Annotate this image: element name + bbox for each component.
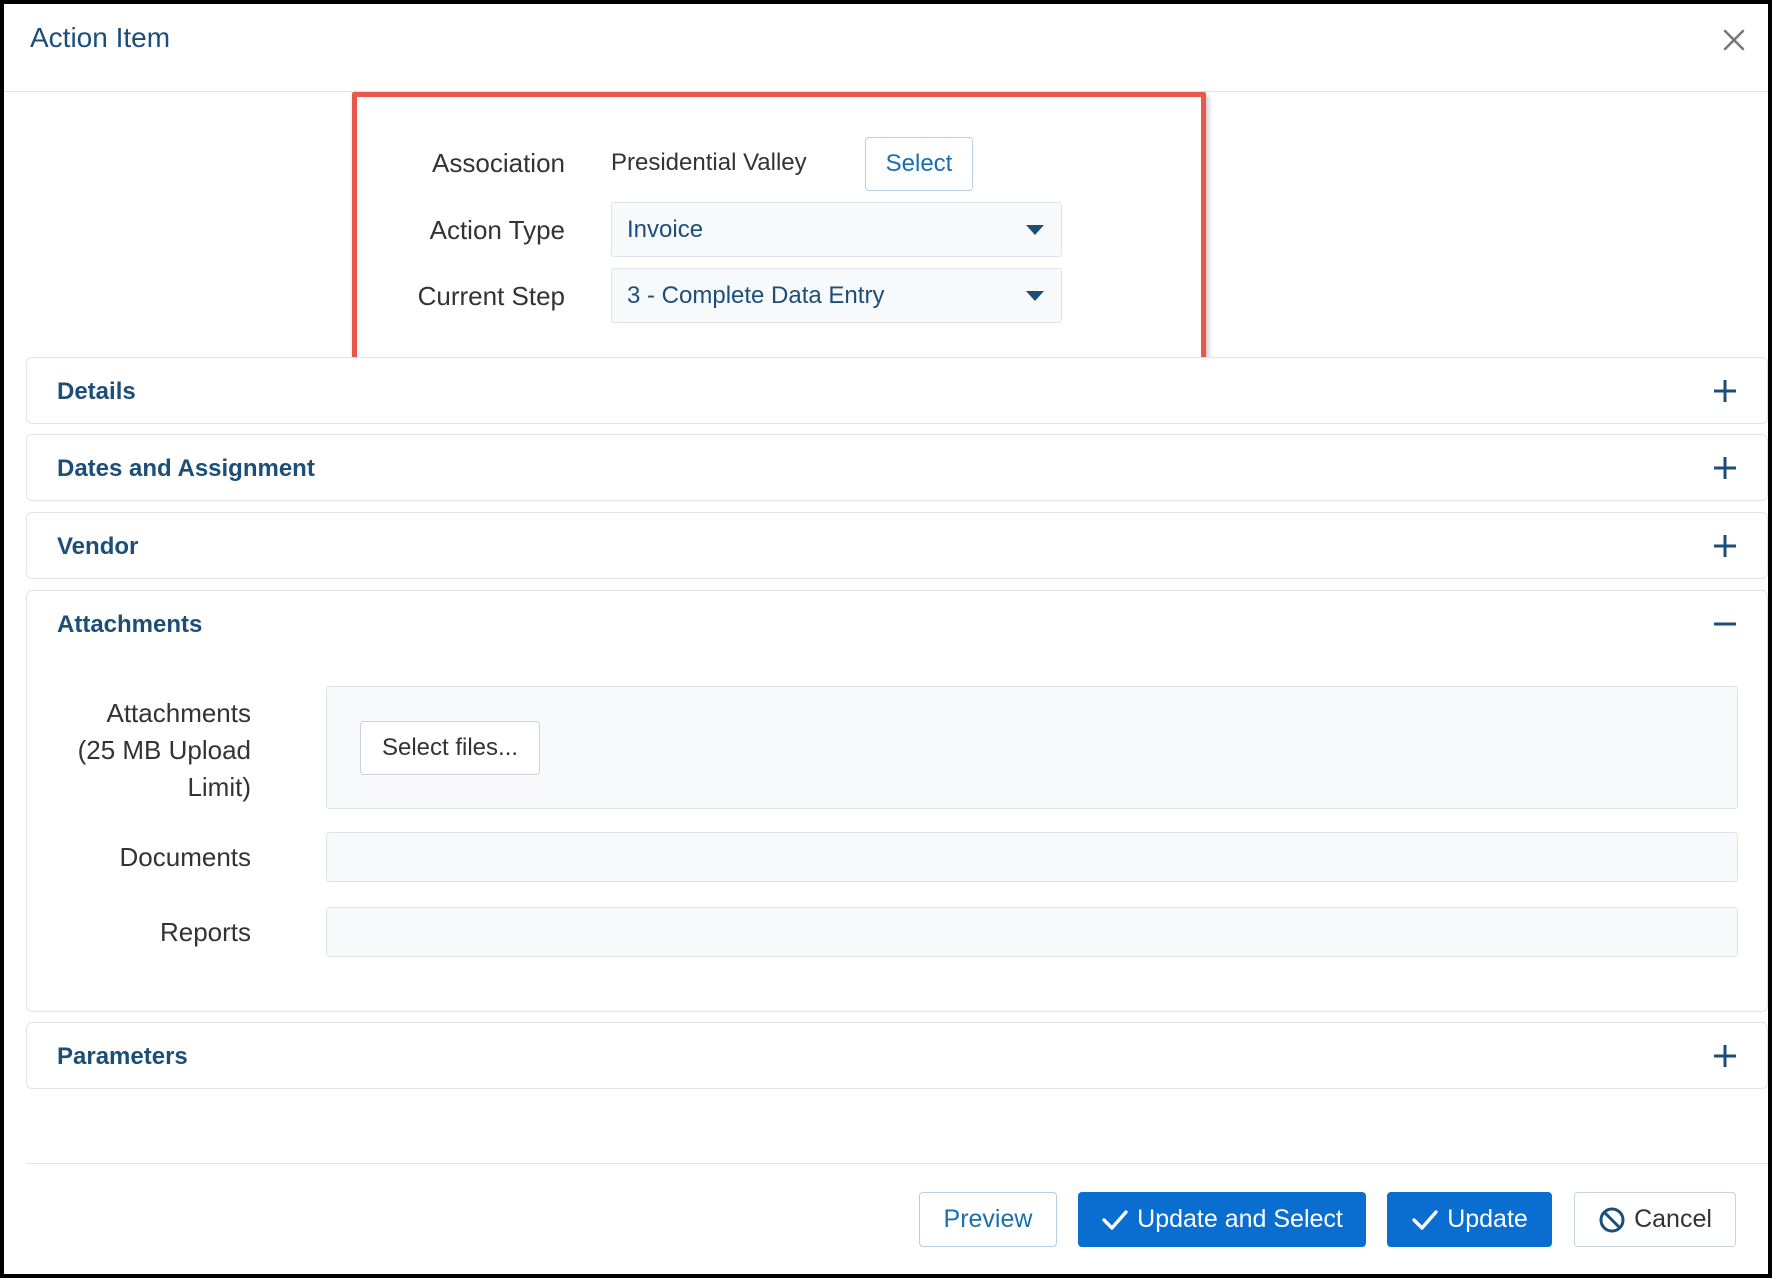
- dates-assignment-panel-header[interactable]: Dates and Assignment: [27, 435, 1767, 501]
- update-and-select-label: Update and Select: [1137, 1205, 1343, 1233]
- details-panel: Details: [26, 357, 1768, 424]
- close-icon: [1723, 29, 1745, 51]
- cancel-label: Cancel: [1634, 1205, 1712, 1233]
- attachments-dropzone[interactable]: Select files...: [326, 686, 1738, 809]
- select-files-button[interactable]: Select files...: [360, 721, 540, 775]
- parameters-panel-title: Parameters: [57, 1043, 188, 1070]
- highlight-annotation-box: [352, 92, 1206, 367]
- attachments-panel-header[interactable]: Attachments: [27, 591, 1767, 657]
- check-icon: [1412, 1209, 1438, 1230]
- dialog-title: Action Item: [30, 22, 171, 53]
- parameters-panel: Parameters: [26, 1022, 1768, 1089]
- update-and-select-button[interactable]: Update and Select: [1078, 1192, 1366, 1247]
- plus-icon[interactable]: [1711, 454, 1739, 482]
- footer-divider: [26, 1163, 1768, 1164]
- vendor-panel-header[interactable]: Vendor: [27, 513, 1767, 579]
- update-label: Update: [1447, 1205, 1528, 1233]
- vendor-panel: Vendor: [26, 512, 1768, 579]
- dates-assignment-panel: Dates and Assignment: [26, 434, 1768, 501]
- documents-field: [326, 832, 1738, 882]
- check-icon: [1102, 1209, 1128, 1230]
- plus-icon[interactable]: [1711, 377, 1739, 405]
- vendor-panel-title: Vendor: [57, 533, 139, 560]
- reports-label: Reports: [159, 917, 251, 947]
- details-panel-title: Details: [57, 378, 136, 405]
- update-button[interactable]: Update: [1387, 1192, 1552, 1247]
- parameters-panel-header[interactable]: Parameters: [27, 1023, 1767, 1089]
- ban-icon: [1599, 1207, 1625, 1232]
- documents-label: Documents: [119, 842, 252, 872]
- details-panel-header[interactable]: Details: [27, 358, 1767, 424]
- cancel-button[interactable]: Cancel: [1574, 1192, 1736, 1247]
- preview-button[interactable]: Preview: [919, 1192, 1057, 1247]
- minus-icon[interactable]: [1711, 610, 1739, 638]
- close-button[interactable]: [1716, 22, 1752, 58]
- attachments-panel: Attachments Attachments (25 MB Upload Li…: [26, 590, 1768, 1012]
- plus-icon[interactable]: [1711, 1042, 1739, 1070]
- dates-assignment-panel-title: Dates and Assignment: [57, 455, 315, 482]
- dialog-title-bar: Action Item: [4, 4, 1768, 92]
- plus-icon[interactable]: [1711, 532, 1739, 560]
- attachments-panel-title: Attachments: [57, 611, 203, 638]
- reports-field: [326, 907, 1738, 957]
- action-item-dialog: Action Item Association Presidential Val…: [0, 0, 1772, 1278]
- attachments-field-label: Attachments (25 MB Upload Limit): [77, 698, 251, 802]
